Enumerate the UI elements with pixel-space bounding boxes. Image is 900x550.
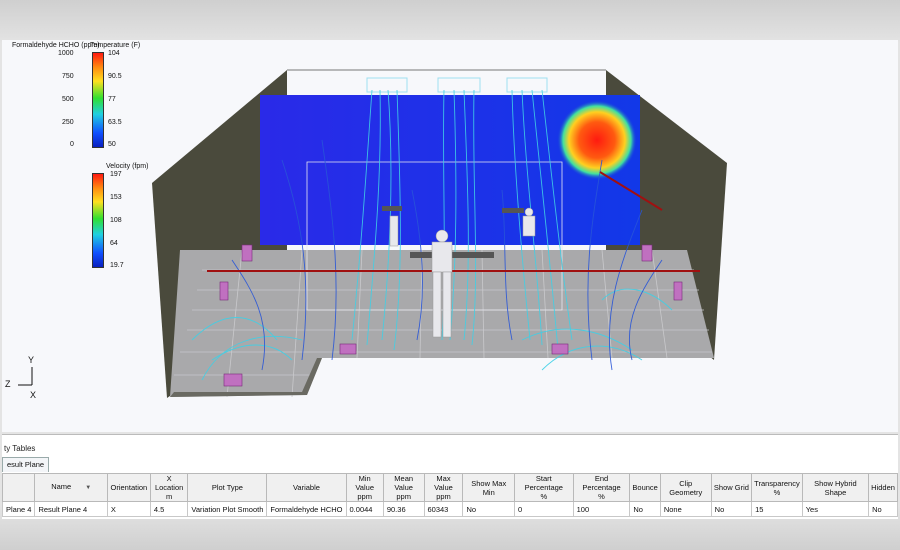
table-cell[interactable]: No (710, 501, 753, 517)
table-cell[interactable]: 0.0044 (345, 501, 384, 517)
column-header[interactable]: Show Max Min (462, 473, 515, 502)
table-cell[interactable]: Plane 4 (1, 501, 36, 517)
column-header[interactable]: X Location m (149, 473, 189, 502)
axis-x-label: X (30, 390, 37, 400)
table-cell[interactable]: 90.36 (382, 501, 425, 517)
hcho-tick: 750 (62, 73, 74, 80)
column-header[interactable]: Bounce (629, 473, 661, 502)
table-cell[interactable]: None (659, 501, 712, 517)
velocity-color-bar (92, 173, 104, 268)
column-header[interactable]: End Percentage % (572, 473, 631, 502)
axis-y-label: Y (28, 355, 35, 365)
column-header[interactable]: Max Value ppm (423, 473, 464, 502)
column-header[interactable]: Name ▼ (34, 473, 108, 502)
column-header[interactable]: Hidden (868, 473, 898, 502)
room-scene (152, 69, 727, 398)
temperature-tick: 63.5 (108, 119, 122, 126)
temperature-tick: 90.5 (108, 73, 122, 80)
temperature-tick: 50 (108, 141, 116, 148)
column-header[interactable]: Min Value ppm (345, 473, 384, 502)
velocity-tick: 197 (110, 171, 122, 178)
column-header[interactable]: Plot Type (187, 473, 268, 502)
axis-z-label: Z (5, 379, 11, 389)
column-header[interactable]: Variable (266, 473, 347, 502)
ceiling-diffusers (366, 77, 548, 93)
table-cell[interactable]: No (629, 501, 661, 517)
table-cell[interactable]: 100 (572, 501, 631, 517)
table-cell[interactable]: X (106, 501, 151, 517)
velocity-legend-title: Velocity (fpm) (106, 163, 149, 170)
hcho-tick: 1000 (58, 50, 74, 57)
column-header[interactable]: Transparency % (751, 473, 803, 502)
velocity-tick: 64 (110, 240, 118, 247)
column-header[interactable]: Mean Value ppm (382, 473, 425, 502)
column-header[interactable]: Clip Geometry (659, 473, 712, 502)
velocity-tick: 19.7 (110, 262, 124, 269)
table-cell[interactable]: Variation Plot Smooth (187, 501, 268, 517)
column-header[interactable]: Show Grid (710, 473, 753, 502)
hcho-tick: 250 (62, 119, 74, 126)
table-header-row: Name ▼ Orientation X Location m Plot Type Var… (1, 473, 898, 502)
table-cell[interactable]: Formaldehyde HCHO (266, 501, 347, 517)
tab-result-plane[interactable]: esult Plane (2, 457, 50, 472)
sort-dropdown-icon[interactable]: ▼ (85, 485, 91, 491)
velocity-tick: 108 (110, 217, 122, 224)
table-cell[interactable]: 15 (751, 501, 803, 517)
temperature-tick: 77 (108, 96, 116, 103)
column-header[interactable]: Start Percentage % (513, 473, 574, 502)
table-cell[interactable]: 4.5 (149, 501, 189, 517)
column-header[interactable]: Show Hybrid Shape (801, 473, 870, 502)
table-row[interactable]: Plane 4 Result Plane 4 X 4.5 Variation Plot … (1, 501, 898, 517)
hcho-tick: 500 (62, 96, 74, 103)
velocity-tick: 153 (110, 194, 122, 201)
column-header[interactable]: Orientation (106, 473, 151, 502)
table-cell[interactable]: No (868, 501, 898, 517)
table-cell[interactable]: No (462, 501, 515, 517)
column-header[interactable] (1, 473, 36, 502)
results-panel: ty Tables esult Plane Name ▼ Orientation X … (1, 434, 898, 519)
table-cell[interactable]: 0 (513, 501, 574, 517)
table-cell[interactable]: Yes (801, 501, 870, 517)
hcho-legend-title: Formaldehyde HCHO (ppm) (12, 42, 100, 49)
temperature-tick: 104 (108, 50, 120, 57)
table-cell[interactable]: 60343 (423, 501, 464, 517)
hcho-tick: 0 (70, 141, 74, 148)
temperature-hotspot (557, 100, 637, 180)
3d-viewport[interactable]: Formaldehyde HCHO (ppm) Temperature (F) … (2, 40, 898, 432)
temperature-legend-title: Temperature (F) (90, 42, 141, 49)
table-cell[interactable]: Result Plane 4 (34, 501, 108, 517)
result-plane-table: Name ▼ Orientation X Location m Plot Type Var… (1, 473, 898, 517)
temperature-color-bar (92, 52, 104, 148)
panel-title: ty Tables (4, 444, 36, 453)
